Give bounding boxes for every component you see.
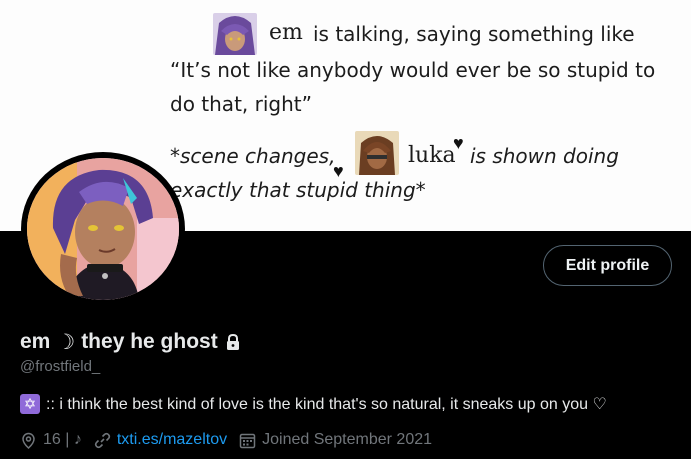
em-mini-avatar (213, 13, 257, 55)
banner-line-4-post: is shown doing (470, 144, 619, 168)
display-name: em (20, 330, 51, 353)
luka-mini-avatar (355, 131, 399, 175)
banner-name-luka: luka (408, 143, 456, 168)
website-link[interactable]: txti.es/mazeltov (117, 431, 227, 449)
banner-line-1: is talking, saying something like (313, 22, 635, 46)
location-icon (20, 432, 37, 449)
profile-bio: ✡ :: i think the best kind of love is th… (20, 394, 607, 414)
bio-text: :: i think the best kind of love is the … (46, 396, 607, 413)
banner-line-4-pre: *scene changes, (170, 144, 336, 168)
banner-line-5: exactly that stupid thing* (170, 178, 426, 202)
calendar-icon (239, 432, 256, 449)
profile-meta: 16 | ♪ txti.es/mazeltov Joined September… (20, 431, 432, 449)
joined-date: Joined September 2021 (262, 431, 433, 448)
link-icon (94, 432, 111, 449)
heart-icon: ♥ (453, 133, 464, 153)
banner-line-2: “It’s not like anybody would ever be so … (170, 58, 656, 82)
star-of-david-icon: ✡ (20, 394, 40, 414)
display-name-pronouns: they he ghost (81, 330, 218, 353)
banner-line-3: do that, right” (170, 92, 312, 116)
profile-handle: @frostfield_ (20, 358, 101, 375)
location-text: 16 | ♪ (43, 431, 82, 448)
edit-profile-button[interactable]: Edit profile (543, 245, 672, 286)
profile-avatar-frame (21, 152, 185, 306)
banner-name-em: em (269, 20, 303, 45)
lock-icon (224, 333, 242, 351)
avatar[interactable] (27, 158, 179, 300)
moon-glyph: ☽ (56, 330, 76, 354)
display-name-row: em ☽ they he ghost (20, 329, 242, 355)
